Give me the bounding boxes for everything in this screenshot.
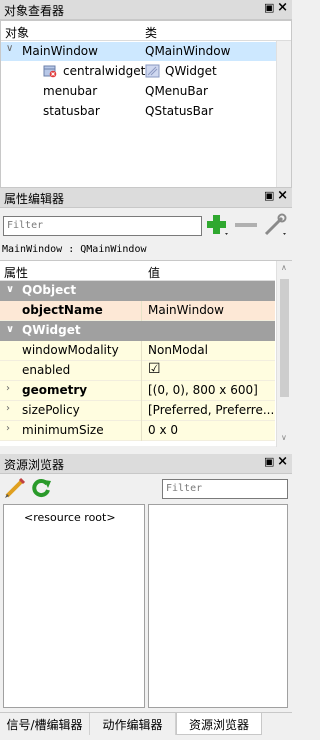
group-name: QWidget bbox=[22, 323, 81, 337]
object-inspector-title: 对象查看器 bbox=[4, 4, 65, 18]
remove-icon[interactable] bbox=[235, 223, 257, 227]
scroll-up-icon[interactable]: ∧ bbox=[281, 263, 287, 272]
chevron-down-icon[interactable]: ∨ bbox=[6, 324, 14, 335]
object-inspector-tree[interactable]: 对象 类 ∨ MainWindow QMainWindow centralwid… bbox=[0, 20, 292, 200]
object-class: QStatusBar bbox=[145, 104, 214, 118]
tree-row-mainwindow[interactable]: ∨ MainWindow QMainWindow bbox=[1, 42, 276, 61]
property-value[interactable]: MainWindow bbox=[148, 303, 224, 317]
wrench-icon[interactable] bbox=[263, 213, 287, 240]
column-class[interactable]: 类 bbox=[145, 24, 157, 41]
resource-list[interactable] bbox=[148, 504, 288, 708]
property-filter-input[interactable]: Filter bbox=[3, 216, 202, 236]
object-inspector-titlebar: 对象查看器 ▣ × bbox=[0, 0, 292, 20]
resource-filter-input[interactable]: Filter bbox=[162, 479, 288, 499]
property-editor-titlebar: 属性编辑器 ▣ × bbox=[0, 188, 292, 208]
column-object[interactable]: 对象 bbox=[5, 24, 29, 41]
property-editor-panel: Filter MainWindow : QMainWindow 属性 值 ∨ Q… bbox=[0, 208, 292, 447]
property-table[interactable]: 属性 值 ∨ QObject objectName MainWindow ∨ Q… bbox=[0, 260, 292, 447]
tree-row-centralwidget[interactable]: centralwidget QWidget bbox=[1, 62, 276, 81]
vertical-scrollbar[interactable]: ∧ ∨ bbox=[276, 261, 292, 447]
property-name: objectName bbox=[22, 303, 103, 317]
property-row-minimumsize[interactable]: › minimumSize 0 x 0 bbox=[0, 421, 275, 441]
property-name: enabled bbox=[22, 363, 71, 377]
vertical-scrollbar[interactable]: ∨ bbox=[276, 41, 291, 200]
chevron-right-icon[interactable]: › bbox=[6, 403, 10, 414]
close-icon[interactable]: × bbox=[277, 455, 288, 469]
widget-icon bbox=[145, 64, 160, 81]
column-value[interactable]: 值 bbox=[148, 264, 160, 281]
group-row-qwidget[interactable]: ∨ QWidget bbox=[0, 321, 275, 341]
object-name: centralwidget bbox=[63, 64, 146, 78]
resource-root-item[interactable]: <resource root> bbox=[24, 511, 116, 524]
property-class-label: MainWindow : QMainWindow bbox=[2, 244, 147, 255]
object-name: MainWindow bbox=[22, 44, 98, 58]
property-table-header: 属性 值 bbox=[0, 261, 275, 281]
property-value[interactable]: [(0, 0), 800 x 600] bbox=[148, 383, 258, 397]
group-name: QObject bbox=[22, 283, 77, 297]
object-class: QMenuBar bbox=[145, 84, 208, 98]
object-name: menubar bbox=[43, 84, 98, 98]
widget-broken-icon bbox=[43, 64, 57, 81]
float-icon[interactable]: ▣ bbox=[264, 456, 275, 467]
pencil-icon[interactable] bbox=[4, 477, 26, 502]
property-row-enabled[interactable]: enabled ☑ bbox=[0, 361, 275, 381]
close-icon[interactable]: × bbox=[277, 189, 288, 203]
chevron-down-icon[interactable]: ∨ bbox=[6, 284, 14, 295]
property-row-objectname[interactable]: objectName MainWindow bbox=[0, 301, 275, 321]
close-icon[interactable]: × bbox=[277, 1, 288, 15]
add-icon[interactable] bbox=[205, 213, 229, 240]
object-inspector-header: 对象 类 bbox=[1, 21, 291, 41]
chevron-down-icon[interactable]: ∨ bbox=[6, 43, 13, 54]
property-row-sizepolicy[interactable]: › sizePolicy [Preferred, Preferre... bbox=[0, 401, 275, 421]
resource-tree[interactable]: <resource root> bbox=[3, 504, 145, 708]
reload-icon[interactable] bbox=[30, 477, 52, 502]
property-value[interactable]: 0 x 0 bbox=[148, 423, 178, 437]
property-name: sizePolicy bbox=[22, 403, 80, 417]
float-icon[interactable]: ▣ bbox=[264, 190, 275, 201]
property-value[interactable]: [Preferred, Preferre... bbox=[148, 403, 274, 417]
property-value[interactable]: NonModal bbox=[148, 343, 208, 357]
float-icon[interactable]: ▣ bbox=[264, 2, 275, 13]
bottom-tab-bar: 信号/槽编辑器 动作编辑器 资源浏览器 bbox=[0, 712, 292, 740]
property-row-geometry[interactable]: › geometry [(0, 0), 800 x 600] bbox=[0, 381, 275, 401]
scrollbar-thumb[interactable] bbox=[280, 279, 289, 397]
enabled-checkbox[interactable]: ☑ bbox=[148, 361, 161, 377]
property-name: windowModality bbox=[22, 343, 119, 357]
column-property[interactable]: 属性 bbox=[4, 264, 28, 281]
object-name: statusbar bbox=[43, 104, 100, 118]
property-name: geometry bbox=[22, 383, 88, 397]
tab-action-editor[interactable]: 动作编辑器 bbox=[90, 713, 176, 735]
property-name: minimumSize bbox=[22, 423, 104, 437]
resource-browser-panel: Filter <resource root> bbox=[0, 474, 292, 712]
tree-row-statusbar[interactable]: statusbar QStatusBar bbox=[1, 102, 276, 121]
chevron-right-icon[interactable]: › bbox=[6, 383, 10, 394]
tree-row-menubar[interactable]: menubar QMenuBar bbox=[1, 82, 276, 101]
property-row-windowmodality[interactable]: windowModality NonModal bbox=[0, 341, 275, 361]
tab-resource-browser[interactable]: 资源浏览器 bbox=[176, 713, 262, 735]
property-editor-title: 属性编辑器 bbox=[4, 192, 65, 206]
chevron-right-icon[interactable]: › bbox=[6, 423, 10, 434]
object-class: QWidget bbox=[165, 64, 217, 78]
scroll-down-icon[interactable]: ∨ bbox=[281, 433, 287, 442]
resource-browser-title: 资源浏览器 bbox=[4, 458, 65, 472]
resource-browser-titlebar: 资源浏览器 ▣ × bbox=[0, 454, 292, 474]
group-row-qobject[interactable]: ∨ QObject bbox=[0, 281, 275, 301]
tab-signal-slot-editor[interactable]: 信号/槽编辑器 bbox=[0, 713, 90, 735]
object-class: QMainWindow bbox=[145, 44, 231, 58]
